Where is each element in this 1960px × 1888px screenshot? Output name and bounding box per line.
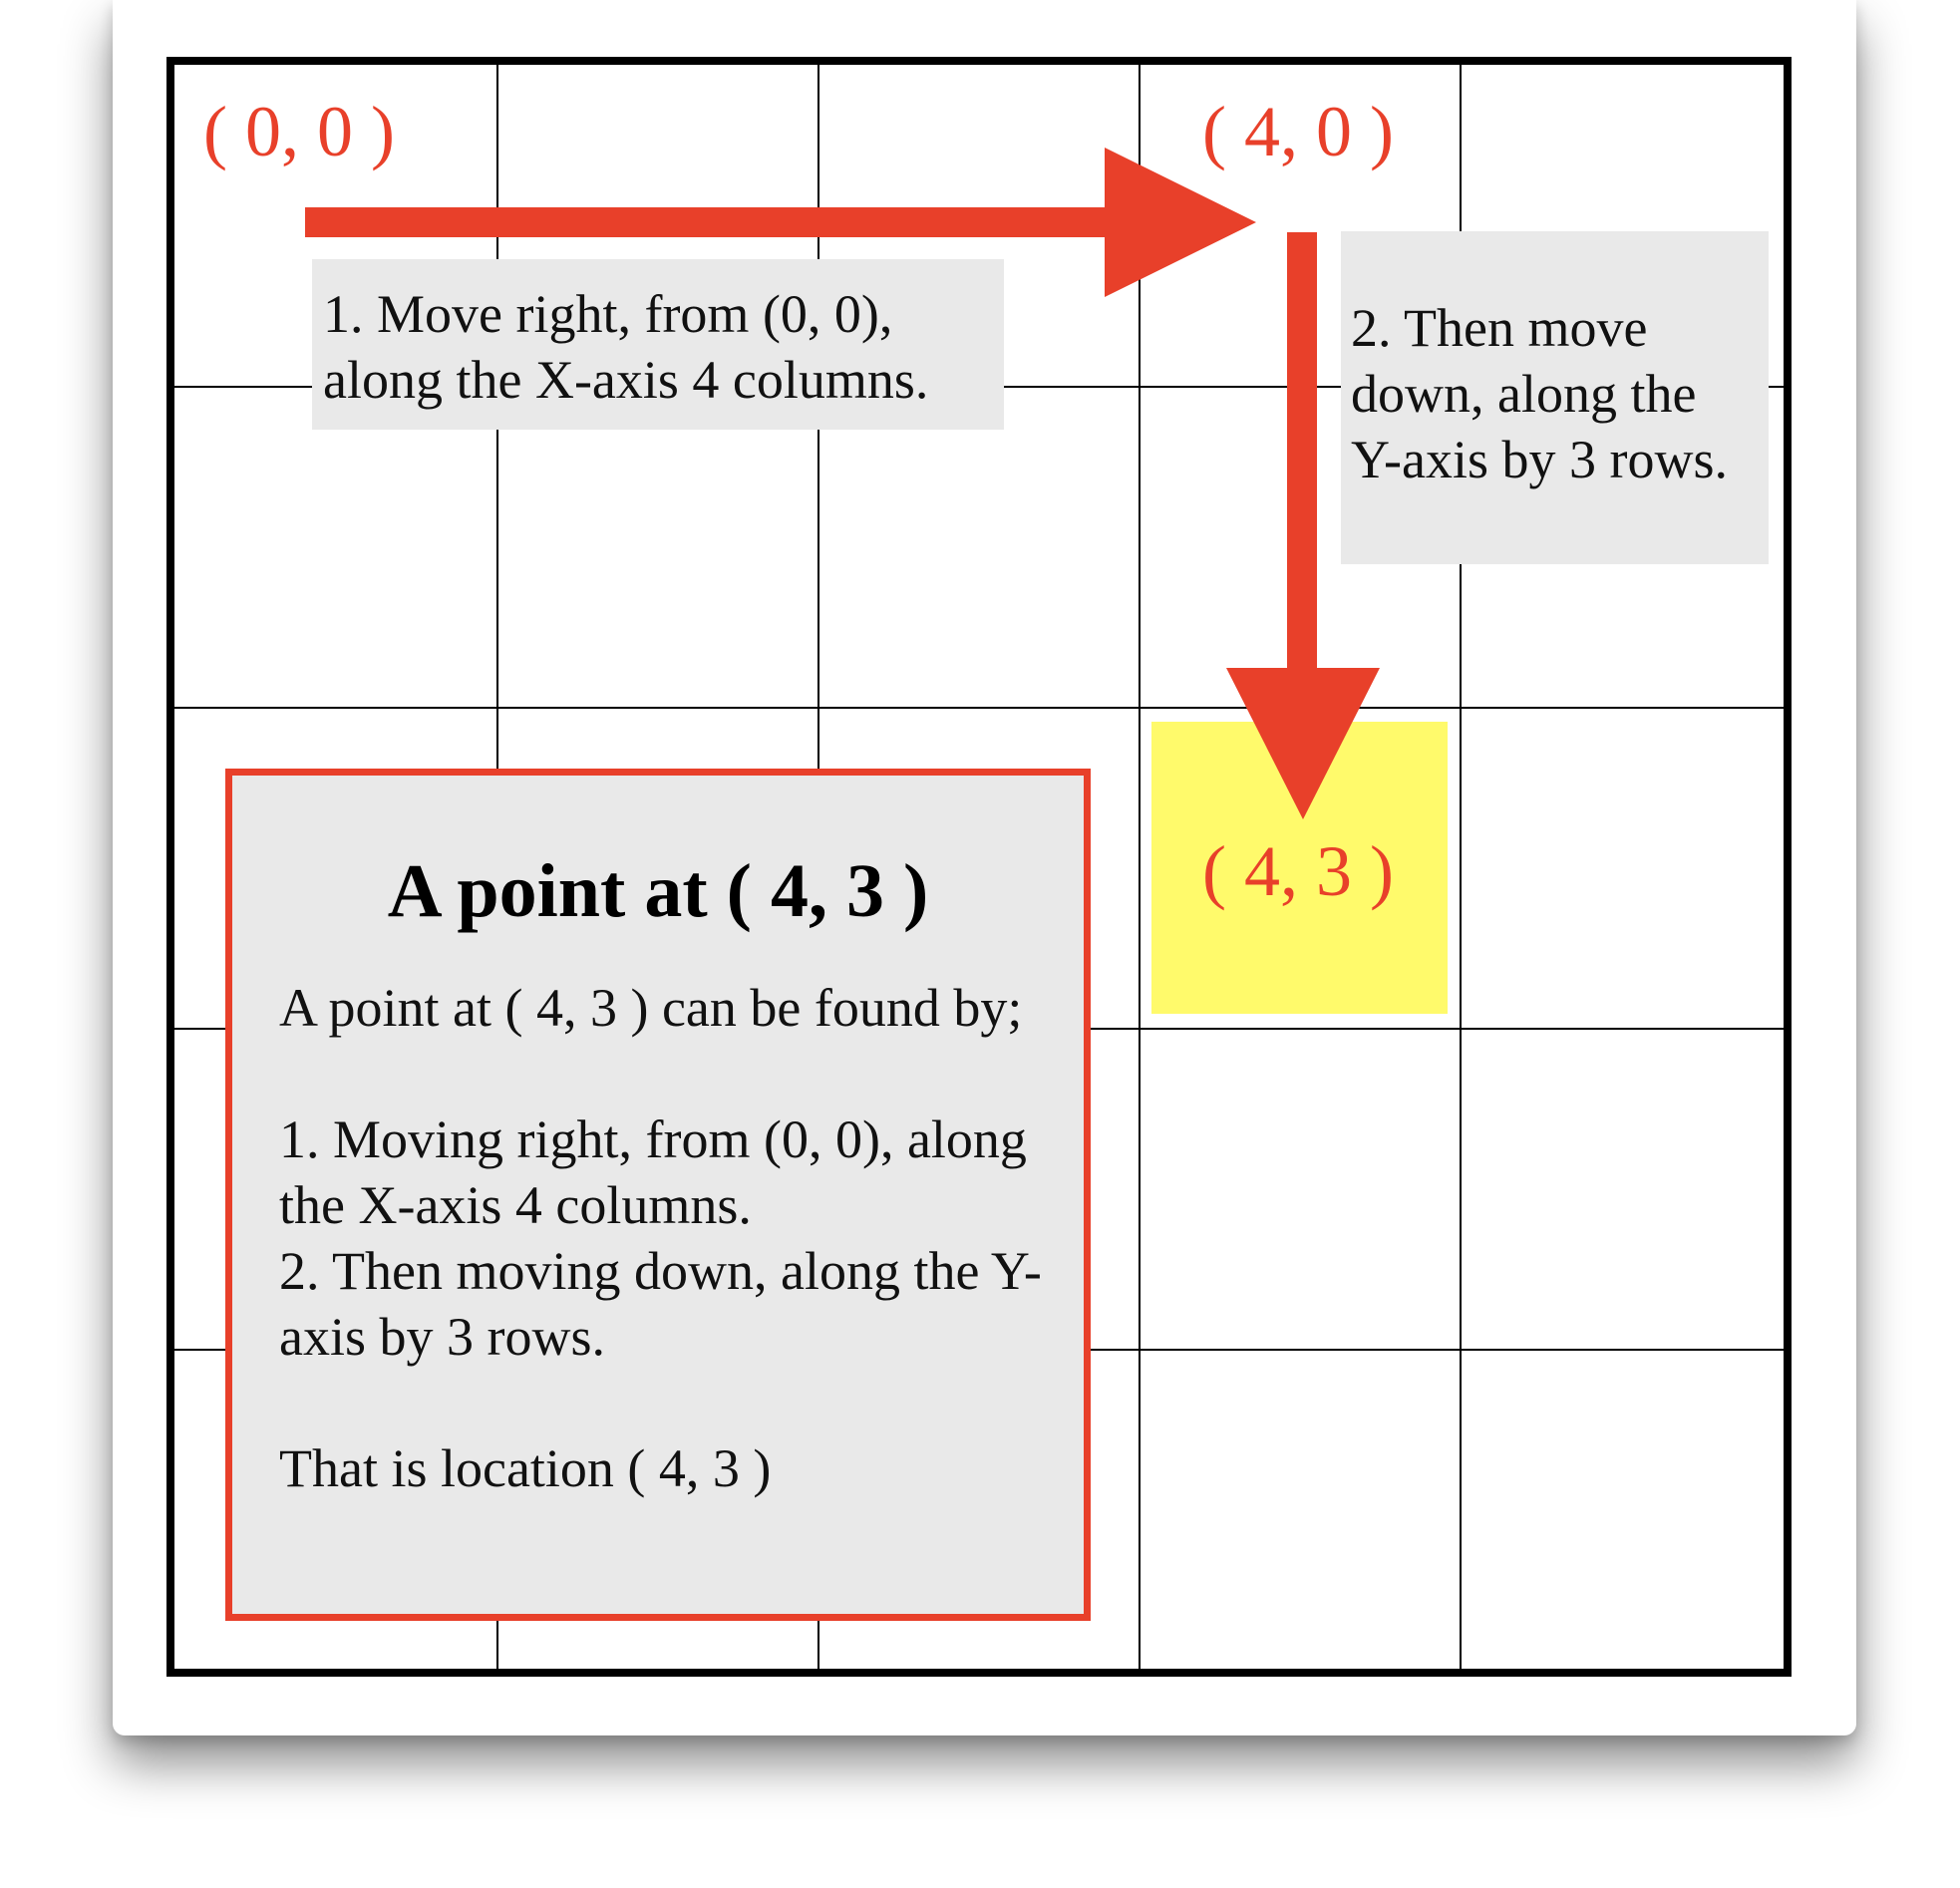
down-arrow-shaft xyxy=(1287,232,1317,671)
explanation-body: A point at ( 4, 3 ) can be found by; 1. … xyxy=(279,975,1077,1501)
origin-label: ( 0, 0 ) xyxy=(203,92,395,171)
target-label: ( 4, 3 ) xyxy=(1202,831,1394,911)
explanation-title: A point at ( 4, 3 ) xyxy=(387,849,929,933)
right-arrow-shaft xyxy=(305,207,1109,237)
explanation-conclusion: That is location ( 4, 3 ) xyxy=(279,1438,772,1498)
explanation-step2: 2. Then moving down, along the Y-axis by… xyxy=(279,1241,1042,1367)
step2-caption: 2. Then move down, along the Y-axis by 3… xyxy=(1341,231,1769,564)
explanation-intro: A point at ( 4, 3 ) can be found by; xyxy=(279,978,1023,1038)
down-arrow-head xyxy=(1226,668,1380,819)
corner-label: ( 4, 0 ) xyxy=(1202,92,1394,171)
explanation-box: A point at ( 4, 3 ) A point at ( 4, 3 ) … xyxy=(225,769,1091,1621)
explanation-step1: 1. Moving right, from (0, 0), along the … xyxy=(279,1109,1027,1235)
step1-caption: 1. Move right, from (0, 0), along the X-… xyxy=(312,259,1004,430)
